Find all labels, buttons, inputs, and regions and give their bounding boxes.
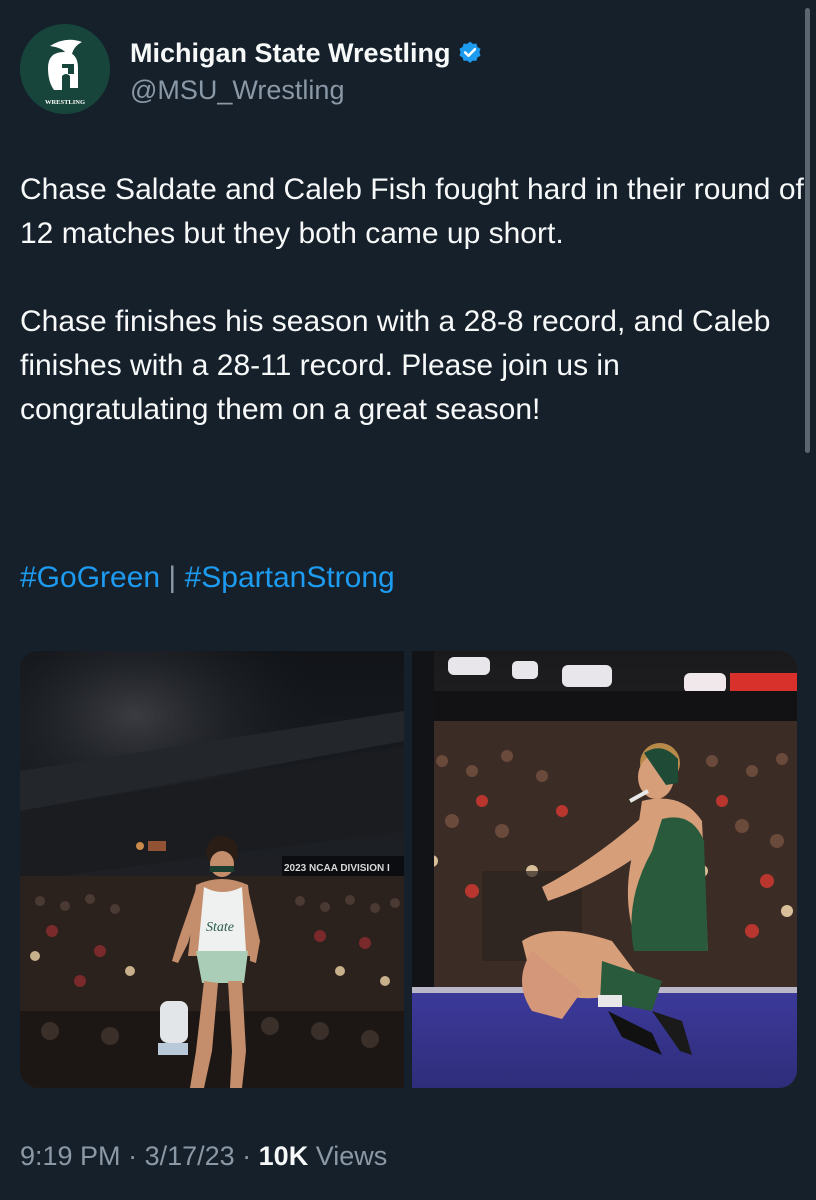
display-name[interactable]: Michigan State Wrestling: [130, 36, 451, 70]
meta-dot-2: ·: [234, 1141, 259, 1171]
hashtags: #GoGreen | #SpartanStrong: [20, 556, 395, 600]
tweet-meta: 9:19 PM · 3/17/23 · 10K Views: [20, 1136, 387, 1176]
hashtag-gogreen[interactable]: #GoGreen: [20, 561, 160, 594]
tweet-paragraph-2: Chase finishes his season with a 28-8 re…: [20, 305, 771, 426]
scrollbar[interactable]: [805, 8, 810, 453]
photo-caleb-fish[interactable]: [412, 651, 797, 1088]
tweet-date[interactable]: 3/17/23: [145, 1141, 235, 1171]
spartan-helmet-icon: WRESTLING: [20, 24, 110, 114]
tweet-text: Chase Saldate and Caleb Fish fought hard…: [20, 168, 805, 432]
verified-badge-icon[interactable]: [457, 40, 483, 66]
wrestler-photo-left: 2023 NCAA DIVISION I State: [20, 651, 404, 1088]
wrestler-photo-right: [412, 651, 797, 1088]
author-names: Michigan State Wrestling @MSU_Wrestling: [130, 36, 483, 108]
handle[interactable]: @MSU_Wrestling: [130, 72, 483, 108]
tweet: WRESTLING Michigan State Wrestling @MSU_…: [0, 0, 816, 1200]
tweet-time[interactable]: 9:19 PM: [20, 1141, 121, 1171]
tweet-header: WRESTLING Michigan State Wrestling @MSU_…: [20, 24, 483, 114]
display-name-row: Michigan State Wrestling: [130, 36, 483, 70]
views-label: Views: [308, 1141, 388, 1171]
views-count[interactable]: 10K: [259, 1141, 309, 1171]
avatar[interactable]: WRESTLING: [20, 24, 110, 114]
avatar-label: WRESTLING: [45, 99, 85, 106]
hashtag-separator: |: [160, 561, 185, 594]
photo-chase-saldate[interactable]: 2023 NCAA DIVISION I State: [20, 651, 404, 1088]
media-grid: 2023 NCAA DIVISION I State: [20, 651, 797, 1088]
singlet-text: State: [206, 920, 234, 935]
meta-dot-1: ·: [120, 1141, 145, 1171]
arena-banner-text: 2023 NCAA DIVISION I: [284, 863, 390, 874]
hashtag-spartanstrong[interactable]: #SpartanStrong: [185, 561, 395, 594]
tweet-paragraph-1: Chase Saldate and Caleb Fish fought hard…: [20, 173, 804, 250]
